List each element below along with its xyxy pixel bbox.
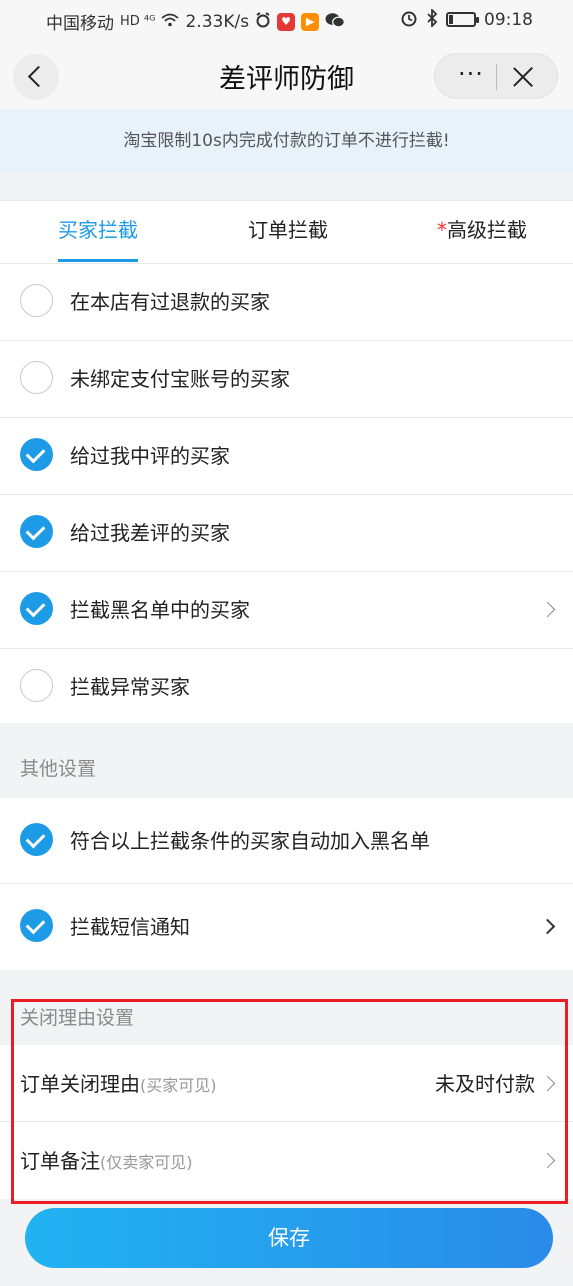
bluetooth-icon [426, 7, 438, 30]
wechat-icon [325, 12, 345, 31]
save-button[interactable]: 保存 [25, 1208, 553, 1268]
rule-label: 拦截异常买家 [70, 675, 190, 699]
list-item[interactable]: 未绑定支付宝账号的买家 [0, 341, 573, 418]
setting-label: 符合以上拦截条件的买家自动加入黑名单 [70, 829, 430, 853]
tab-label: 买家拦截 [58, 218, 138, 242]
video-app-icon: ▶ [301, 12, 320, 31]
network-type-icon: HD ⁴ᴳ [120, 14, 156, 29]
list-item[interactable]: 在本店有过退款的买家 [0, 264, 573, 341]
wifi-icon [161, 13, 180, 30]
battery-icon [446, 12, 479, 27]
list-item[interactable]: 符合以上拦截条件的买家自动加入黑名单 [0, 798, 573, 884]
status-bar: 中国移动 HD ⁴ᴳ 2.33K/s ♥ ▶ 09:18 [0, 0, 573, 42]
checked-circle-icon[interactable] [20, 438, 53, 471]
alarm-icon [400, 9, 418, 30]
highlight-box [11, 999, 568, 1204]
menu-capsule: ··· [434, 53, 558, 99]
notice-banner: 淘宝限制10s内完成付款的订单不进行拦截! [0, 110, 573, 172]
buyer-rules-list: 在本店有过退款的买家 未绑定支付宝账号的买家 给过我中评的买家 给过我差评的买家… [0, 264, 573, 723]
tab-bar: 买家拦截 订单拦截 *高级拦截 [0, 200, 573, 264]
unchecked-circle-icon[interactable] [20, 361, 53, 394]
checked-circle-icon[interactable] [20, 592, 53, 625]
tab-advanced-intercept[interactable]: *高级拦截 [424, 201, 540, 264]
rule-label: 给过我中评的买家 [70, 444, 230, 468]
active-tab-indicator [58, 259, 138, 262]
more-button[interactable]: ··· [449, 62, 493, 89]
list-item[interactable]: 给过我中评的买家 [0, 418, 573, 495]
checked-circle-icon[interactable] [20, 823, 53, 856]
checked-circle-icon[interactable] [20, 515, 53, 548]
required-star: * [437, 218, 447, 242]
close-button[interactable] [510, 64, 536, 90]
setting-label: 拦截短信通知 [70, 915, 190, 939]
battery-level [449, 15, 453, 24]
list-item[interactable]: 拦截黑名单中的买家 [0, 572, 573, 649]
app-notification-icon: ♥ [277, 12, 296, 31]
list-item[interactable]: 拦截短信通知 [0, 884, 573, 970]
alarm-app-icon [255, 12, 271, 31]
carrier-label: 中国移动 [46, 14, 114, 34]
tab-label: 订单拦截 [248, 218, 328, 242]
rule-label: 在本店有过退款的买家 [70, 290, 270, 314]
tab-order-intercept[interactable]: 订单拦截 [236, 201, 340, 264]
clock: 09:18 [484, 9, 533, 30]
list-item[interactable]: 拦截异常买家 [0, 649, 573, 726]
list-item[interactable]: 给过我差评的买家 [0, 495, 573, 572]
rule-label: 给过我差评的买家 [70, 521, 230, 545]
rule-label: 未绑定支付宝账号的买家 [70, 367, 290, 391]
unchecked-circle-icon[interactable] [20, 284, 53, 317]
tab-buyer-intercept[interactable]: 买家拦截 [46, 201, 150, 264]
network-speed: 2.33K/s [185, 11, 250, 32]
unchecked-circle-icon[interactable] [20, 669, 53, 702]
section-title-other-settings: 其他设置 [20, 758, 97, 780]
nav-bar: 差评师防御 ··· [0, 42, 573, 110]
chevron-right-icon[interactable] [539, 601, 556, 618]
tab-label: 高级拦截 [447, 218, 527, 242]
chevron-right-icon[interactable] [539, 918, 556, 935]
checked-circle-icon[interactable] [20, 909, 53, 942]
other-settings-list: 符合以上拦截条件的买家自动加入黑名单 拦截短信通知 [0, 798, 573, 970]
rule-label: 拦截黑名单中的买家 [70, 598, 250, 622]
capsule-divider [496, 64, 497, 90]
